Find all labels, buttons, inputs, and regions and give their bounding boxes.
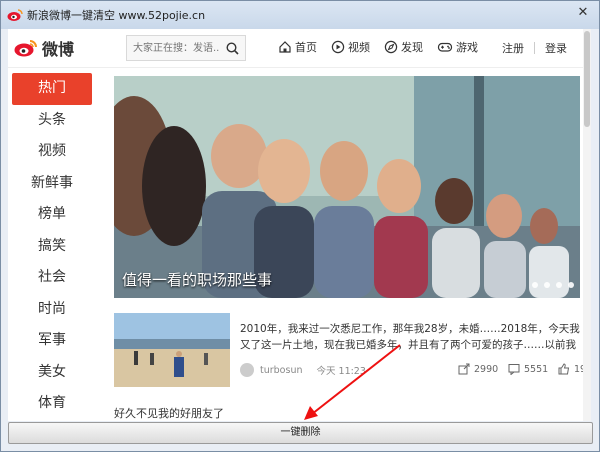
post-author[interactable]: turbosun — [260, 365, 303, 376]
weibo-logo[interactable]: 微博 — [14, 37, 74, 59]
discover-icon — [384, 40, 398, 54]
post-thumbnail[interactable] — [114, 313, 230, 387]
feed-post-text[interactable]: 好久不见我的好朋友了 — [114, 405, 224, 421]
top-navigation: 微博 首页 视频 发现 游戏 — [8, 29, 583, 68]
sidebar-item-fresh[interactable]: 新鲜事 — [12, 168, 92, 200]
carousel-dot[interactable] — [532, 282, 538, 288]
video-icon — [331, 40, 345, 54]
share-count-value: 2990 — [474, 363, 499, 375]
logo-text: 微博 — [42, 40, 75, 59]
sidebar-item-society[interactable]: 社会 — [12, 262, 92, 294]
share-icon — [458, 363, 470, 375]
nav-discover[interactable]: 发现 — [384, 39, 423, 55]
search-icon[interactable] — [226, 40, 239, 59]
carousel-dot[interactable] — [544, 282, 550, 288]
share-count[interactable]: 2990 — [458, 363, 498, 375]
sidebar-item-funny[interactable]: 搞笑 — [12, 231, 92, 263]
featured-banner[interactable]: 值得一看的职场那些事 — [114, 76, 580, 298]
banner-caption: 值得一看的职场那些事 — [122, 271, 273, 289]
banner-image — [114, 76, 580, 298]
sidebar-item-fashion[interactable]: 时尚 — [12, 294, 92, 326]
nav-divider — [534, 42, 535, 54]
nav-game-label: 游戏 — [456, 41, 478, 54]
sidebar-item-rankings[interactable]: 榜单 — [12, 199, 92, 231]
window-title: 新浪微博一键清空 www.52pojie.cn — [27, 9, 206, 22]
scrollbar-thumb[interactable] — [584, 31, 590, 127]
search-input[interactable] — [127, 37, 219, 60]
nav-video[interactable]: 视频 — [331, 39, 370, 55]
sidebar-item-sports[interactable]: 体育 — [12, 388, 92, 420]
nav-discover-label: 发现 — [401, 41, 423, 54]
thumbs-up-icon — [558, 363, 570, 375]
nav-home[interactable]: 首页 — [278, 39, 317, 55]
post-time: 今天 11:23 — [316, 366, 366, 377]
close-button[interactable]: ✕ — [573, 3, 593, 23]
comment-icon — [508, 364, 520, 375]
sidebar-item-video[interactable]: 视频 — [12, 136, 92, 168]
register-link[interactable]: 注册 — [502, 40, 524, 56]
app-window: 新浪微博一键清空 www.52pojie.cn ✕ 微博 首页 视频 — [0, 0, 600, 452]
vertical-scrollbar[interactable] — [583, 29, 591, 421]
comment-count-value: 5551 — [524, 363, 549, 375]
post-text: 2010年，我来过一次悉尼工作，那年我28岁，未婚……2018年，今天我又了这一… — [240, 323, 580, 351]
weibo-logo-icon — [14, 40, 37, 57]
carousel-dot[interactable] — [556, 282, 562, 288]
carousel-dots — [532, 282, 574, 288]
sidebar-item-headlines[interactable]: 头条 — [12, 105, 92, 137]
home-icon — [279, 41, 291, 53]
comment-count[interactable]: 5551 — [508, 363, 548, 375]
login-link[interactable]: 登录 — [545, 40, 567, 56]
title-bar: 新浪微博一键清空 www.52pojie.cn ✕ — [1, 1, 599, 29]
weibo-icon — [7, 7, 23, 21]
web-content: 微博 首页 视频 发现 游戏 — [8, 29, 591, 421]
category-sidebar: 热门 头条 视频 新鲜事 榜单 搞笑 社会 时尚 军事 美女 体育 — [8, 73, 108, 420]
feed-post[interactable]: 2010年，我来过一次悉尼工作，那年我28岁，未婚……2018年，今天我又了这一… — [114, 313, 586, 387]
carousel-dot[interactable] — [568, 282, 574, 288]
like-count[interactable]: 19 — [558, 363, 586, 375]
game-icon — [437, 42, 453, 52]
sidebar-item-beauty[interactable]: 美女 — [12, 357, 92, 389]
search-box[interactable] — [126, 35, 246, 61]
author-avatar[interactable] — [240, 363, 254, 377]
nav-home-label: 首页 — [295, 41, 317, 54]
post-meta: turbosun 今天 11:23 — [240, 363, 366, 377]
sidebar-item-military[interactable]: 军事 — [12, 325, 92, 357]
nav-game[interactable]: 游戏 — [437, 39, 478, 55]
sidebar-item-hot[interactable]: 热门 — [12, 73, 92, 105]
clear-all-button[interactable]: 一键删除 — [8, 422, 593, 444]
nav-video-label: 视频 — [348, 41, 370, 54]
